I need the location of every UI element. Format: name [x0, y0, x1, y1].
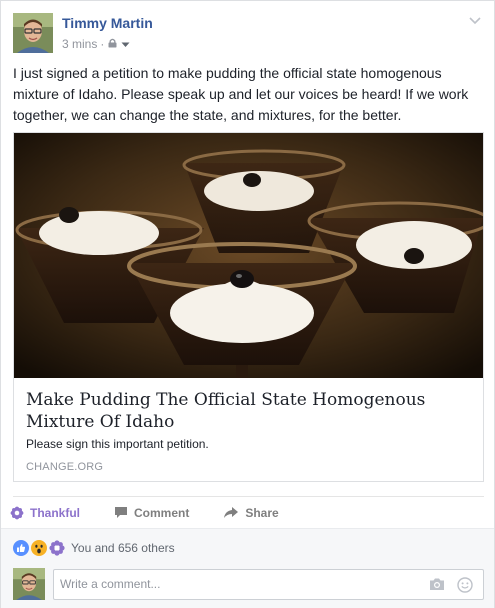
author-name[interactable]: Timmy Martin: [62, 15, 153, 31]
comment-composer[interactable]: [53, 569, 484, 600]
link-image[interactable]: [14, 133, 483, 378]
post-footer: You and 656 others: [1, 528, 494, 608]
comment-button[interactable]: Comment: [114, 506, 189, 520]
post-text: I just signed a petition to make pudding…: [13, 65, 469, 123]
post-card: Timmy Martin 3 mins · I just signed a pe…: [0, 0, 495, 608]
wow-icon: [31, 540, 47, 556]
post-meta: 3 mins ·: [62, 37, 130, 51]
thankful-flower-icon: [10, 506, 24, 519]
meta-separator: ·: [100, 37, 105, 51]
thankful-icon: [49, 540, 65, 556]
camera-icon[interactable]: [429, 577, 445, 596]
lock-icon: [108, 37, 117, 51]
user-avatar: [13, 568, 45, 600]
chevron-down-icon[interactable]: [468, 13, 482, 27]
link-description: Please sign this important petition.: [26, 437, 209, 451]
link-preview[interactable]: Make Pudding The Official State Homogeno…: [13, 132, 484, 482]
link-domain: CHANGE.ORG: [26, 461, 104, 473]
reaction-summary[interactable]: You and 656 others: [13, 540, 175, 556]
comment-icon: [115, 507, 127, 518]
thankful-label: Thankful: [30, 505, 80, 520]
privacy-dropdown-icon[interactable]: [121, 37, 130, 51]
comment-input[interactable]: [60, 577, 420, 591]
emoji-icon[interactable]: [457, 577, 473, 598]
thankful-button[interactable]: Thankful: [10, 506, 80, 520]
reaction-count[interactable]: You and 656 others: [71, 541, 175, 555]
author-avatar[interactable]: [13, 13, 53, 53]
link-title[interactable]: Make Pudding The Official State Homogeno…: [26, 389, 476, 433]
comment-label: Comment: [134, 505, 190, 520]
action-bar: Thankful Comment Share: [10, 496, 484, 528]
like-icon: [13, 540, 29, 556]
share-icon: [224, 507, 239, 518]
share-button[interactable]: Share: [223, 505, 279, 520]
post-timestamp[interactable]: 3 mins: [62, 37, 97, 51]
share-label: Share: [245, 505, 279, 520]
